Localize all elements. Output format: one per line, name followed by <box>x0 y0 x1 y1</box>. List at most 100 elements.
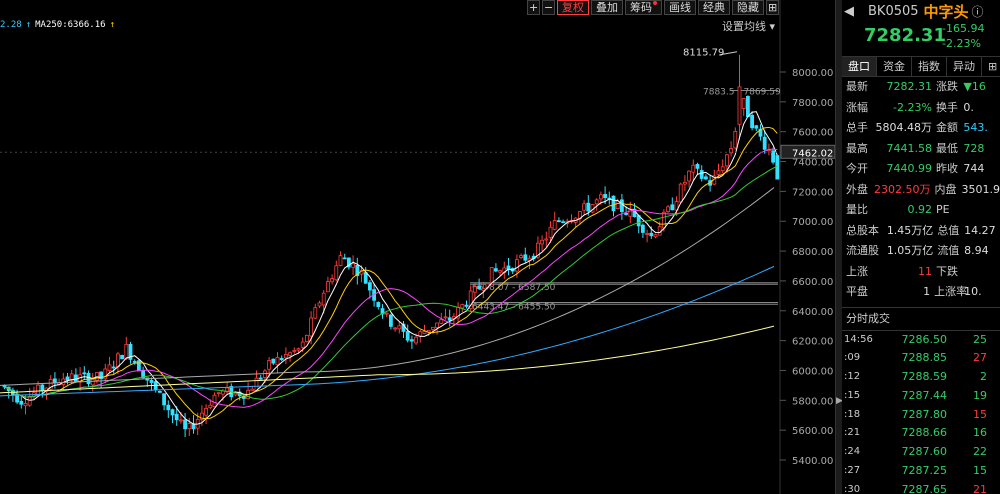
price-tick-label: 5600.00 <box>792 426 833 437</box>
candle-body <box>363 272 368 284</box>
price-tick-label: 6200.00 <box>792 337 833 348</box>
candle-body <box>86 372 91 385</box>
ma120-line <box>0 265 775 397</box>
quote-l1: 量比 <box>846 203 868 216</box>
tick-row: :24 7287.60 22 <box>842 443 1000 462</box>
quote-l1: 流通股 <box>846 244 879 257</box>
toolbar-button-3[interactable]: 叠加 <box>591 0 623 15</box>
candle-body <box>691 164 696 173</box>
quote-l1: 上涨 <box>846 264 868 278</box>
candle-body <box>464 304 469 307</box>
tick-row: :15 7287.44 19 <box>842 387 1000 406</box>
candle-body <box>300 341 305 348</box>
tick-row: :12 7288.59 2 <box>842 368 1000 387</box>
candle-body <box>645 233 649 235</box>
quote-l1: 最新 <box>846 80 868 93</box>
tick-t: :09 <box>844 352 861 364</box>
quote-v1: 11 <box>917 264 932 278</box>
toolbar-button-0[interactable]: + <box>527 0 540 15</box>
tick-v: 22 <box>973 445 987 459</box>
quote-v1: 0.92 <box>907 203 932 216</box>
panel-tab-3[interactable]: 异动 <box>947 57 982 76</box>
price-tick-label: 7200.00 <box>792 187 833 198</box>
panel-header: ◀ BK0505 中字头 ⓘ <box>842 0 1000 22</box>
candle-body <box>178 419 183 422</box>
quote-l2: PE <box>935 203 950 216</box>
candle-body <box>439 319 444 324</box>
quote-l2: 内盘 <box>934 182 957 196</box>
panel-tab-1[interactable]: 资金 <box>877 57 912 76</box>
candle-body <box>695 164 700 169</box>
kline-chart-area[interactable]: 8000.00 7800.00 7600.00 7400.00 7200.00 7000.… <box>0 0 835 494</box>
candle-body <box>325 281 330 293</box>
price-tick-label: 5800.00 <box>792 396 833 407</box>
candle-body <box>187 423 192 430</box>
info-icon[interactable]: ⓘ <box>972 3 984 20</box>
quote-v1: 7282.31 <box>886 80 932 93</box>
gap-label: 6443.47 - 6455.50 <box>472 302 556 312</box>
candle-body <box>136 360 141 372</box>
toolbar-button-7[interactable]: 隐藏 <box>732 0 764 15</box>
quote-l1: 涨幅 <box>846 100 868 114</box>
candle-body <box>271 358 276 364</box>
candle-body <box>212 394 217 408</box>
toolbar-button-8[interactable]: ⊞ <box>766 0 779 15</box>
ma-settings-button[interactable]: 设置均线 ▾ <box>722 18 775 34</box>
toolbar-button-5[interactable]: 画线 <box>664 0 696 15</box>
price-tick-label: 7600.00 <box>792 128 833 139</box>
ma-legend-item: ↑ <box>109 20 115 30</box>
candle-body <box>762 136 767 150</box>
back-arrow-icon[interactable]: ◀ <box>844 4 856 19</box>
candle-body <box>19 400 24 405</box>
candle-body <box>687 170 691 182</box>
candle-body <box>771 150 775 163</box>
panel-tab-4[interactable]: ⊞ <box>982 57 1000 76</box>
kline-chart-svg[interactable]: 8000.007800.007600.007400.007200.007000.… <box>0 0 835 494</box>
quote-row: 总手 5804.48万 金额 543. <box>842 118 1000 139</box>
candle-body <box>149 379 154 383</box>
quote-row: 量比 0.92 PE <box>842 200 1000 221</box>
tick-v: 19 <box>973 388 987 402</box>
price-tick-label: 8000.00 <box>792 68 833 79</box>
quote-row: 外盘 2302.50万 内盘 3501.9 <box>842 180 1000 201</box>
candle-body <box>166 404 171 411</box>
candle-body <box>116 353 120 368</box>
quote-v2 <box>963 200 1000 221</box>
gap-label: 7883.5 - 7869.59 <box>703 88 781 98</box>
tick-row: :30 7287.65 21 <box>842 481 1000 494</box>
candle-body <box>548 226 553 238</box>
candle-body <box>107 364 112 372</box>
ticks-list[interactable]: 14:56 7286.50 25:09 7288.85 27:12 7288.59 2:15… <box>842 331 1000 494</box>
price-tick-label: 6000.00 <box>792 366 833 377</box>
toolbar-button-2[interactable]: 复权 <box>557 0 589 15</box>
panel-tab-2[interactable]: 指数 <box>912 57 947 76</box>
panel-tab-0[interactable]: 盘口 <box>842 57 877 76</box>
toolbar-button-1[interactable]: − <box>542 0 555 15</box>
candle-body <box>666 206 670 213</box>
candle-body <box>737 86 742 125</box>
candle-body <box>208 404 213 409</box>
ma-legend-item: MA250:6366.16 <box>35 20 106 30</box>
quote-l2: 下跌 <box>935 264 958 278</box>
tick-t: :18 <box>844 408 861 420</box>
candle-body <box>288 352 293 356</box>
candle-body <box>304 334 309 342</box>
notification-dot-icon <box>653 1 657 5</box>
quote-l2: 昨收 <box>935 162 958 175</box>
quote-l2: 流值 <box>937 244 960 257</box>
candle-body <box>678 183 683 203</box>
tick-t: :12 <box>844 371 861 383</box>
toolbar-button-4[interactable]: 筹码 <box>625 0 662 15</box>
quote-l1: 外盘 <box>846 182 868 196</box>
tick-row: :18 7287.80 15 <box>842 406 1000 425</box>
quote-l1: 今开 <box>846 162 868 175</box>
candle-body <box>586 202 591 212</box>
candle-body <box>132 360 137 363</box>
candle-body <box>557 220 561 223</box>
candle-body <box>460 304 465 309</box>
quote-l2: 上涨率 <box>934 285 968 298</box>
toolbar-button-6[interactable]: 经典 <box>698 0 730 15</box>
candle-body <box>733 130 738 149</box>
price-tick-label: 7800.00 <box>792 98 833 109</box>
candle-body <box>258 377 263 380</box>
